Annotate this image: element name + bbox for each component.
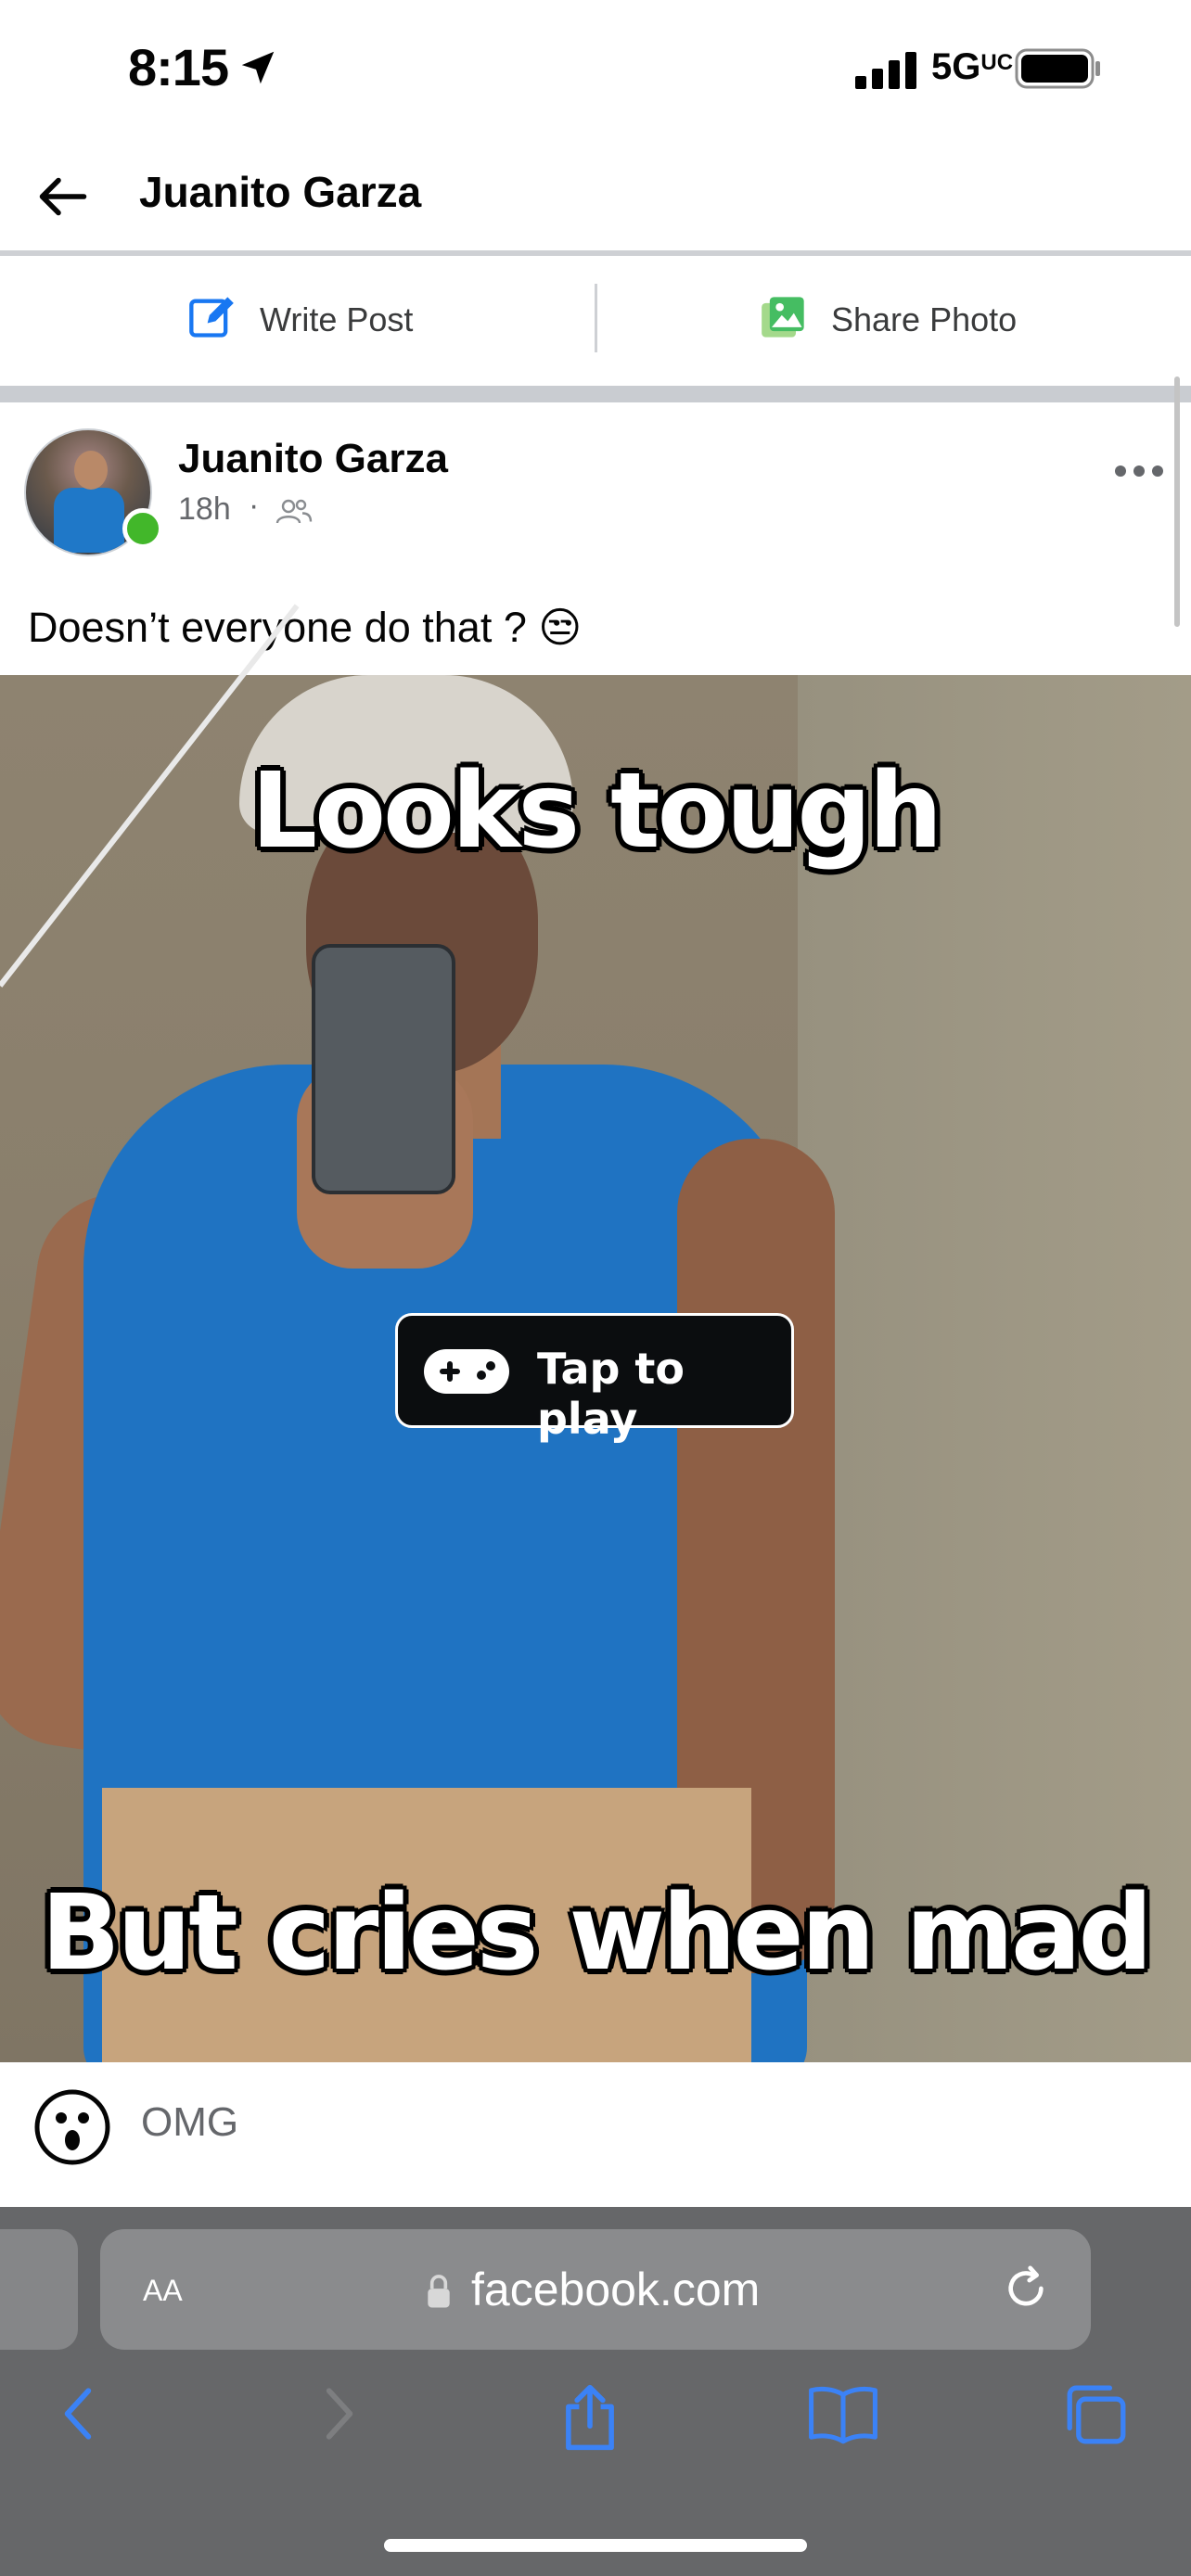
write-post-label: Write Post bbox=[260, 300, 414, 338]
reload-button[interactable] bbox=[1000, 2263, 1052, 2319]
address-bar[interactable]: AA facebook.com bbox=[100, 2229, 1091, 2350]
more-options-button[interactable] bbox=[1109, 453, 1169, 490]
previous-tab-preview[interactable] bbox=[0, 2229, 78, 2350]
bookmarks-button[interactable] bbox=[807, 2383, 879, 2449]
home-indicator bbox=[384, 2539, 807, 2552]
friends-icon bbox=[275, 497, 314, 531]
post-timestamp[interactable]: 18h bbox=[178, 491, 231, 528]
edit-icon bbox=[187, 293, 236, 346]
share-photo-button[interactable]: Share Photo bbox=[596, 256, 1191, 386]
avatar-face bbox=[74, 451, 108, 490]
forward-nav-button[interactable] bbox=[315, 2383, 362, 2449]
network-label: 5GUC bbox=[931, 46, 1014, 87]
tabs-icon bbox=[1067, 2385, 1126, 2444]
status-bar: 8:15 5GUC bbox=[0, 0, 1191, 139]
reaction-label[interactable]: OMG bbox=[141, 2099, 238, 2146]
composer-actions: Write Post Share Photo bbox=[0, 256, 1191, 386]
tap-to-play-label: Tap to play bbox=[537, 1344, 685, 1444]
more-icon bbox=[1115, 465, 1163, 477]
gamepad-icon bbox=[422, 1344, 511, 1404]
write-post-button[interactable]: Write Post bbox=[0, 256, 596, 386]
caption-top: Looks tough bbox=[250, 751, 943, 872]
share-photo-label: Share Photo bbox=[831, 300, 1018, 338]
tabs-button[interactable] bbox=[1063, 2383, 1130, 2451]
bookmarks-icon bbox=[809, 2386, 877, 2444]
meta-separator: · bbox=[249, 488, 260, 523]
share-button[interactable] bbox=[558, 2383, 621, 2456]
reader-settings-button[interactable]: AA bbox=[143, 2264, 183, 2311]
share-icon bbox=[566, 2384, 614, 2451]
browser-toolbar: AA facebook.com bbox=[0, 2207, 1191, 2576]
post-author-name[interactable]: Juanito Garza bbox=[178, 436, 448, 482]
back-button[interactable] bbox=[35, 169, 100, 224]
photo-icon bbox=[759, 293, 809, 346]
section-separator bbox=[0, 386, 1191, 402]
url-text: facebook.com bbox=[471, 2264, 761, 2315]
profile-header: Juanito Garza bbox=[0, 139, 1191, 256]
caption-bottom: But cries when mad bbox=[41, 1873, 1153, 1994]
back-nav-button[interactable] bbox=[56, 2383, 102, 2449]
status-time: 8:15 bbox=[128, 38, 229, 96]
back-arrow-icon bbox=[39, 177, 87, 216]
chevron-right-icon bbox=[326, 2388, 353, 2440]
lock-icon bbox=[425, 2274, 453, 2314]
signal-icon bbox=[855, 52, 922, 94]
background-wall bbox=[798, 675, 1191, 2062]
chevron-left-icon bbox=[64, 2388, 92, 2440]
reaction-row: OMG bbox=[0, 2062, 1191, 2207]
page-title: Juanito Garza bbox=[139, 168, 422, 216]
avatar-figure bbox=[54, 488, 124, 553]
location-arrow-icon bbox=[237, 46, 279, 94]
reload-icon bbox=[1008, 2265, 1044, 2306]
scrollbar[interactable] bbox=[1174, 376, 1180, 627]
post-text: Doesn’t everyone do that ? 😒 bbox=[28, 604, 583, 651]
tap-to-play-button[interactable]: Tap to play bbox=[395, 1313, 794, 1444]
battery-icon bbox=[1015, 48, 1104, 94]
online-status-dot bbox=[122, 508, 163, 549]
photo-phone bbox=[312, 944, 455, 1194]
omg-face-icon[interactable] bbox=[33, 2088, 111, 2171]
